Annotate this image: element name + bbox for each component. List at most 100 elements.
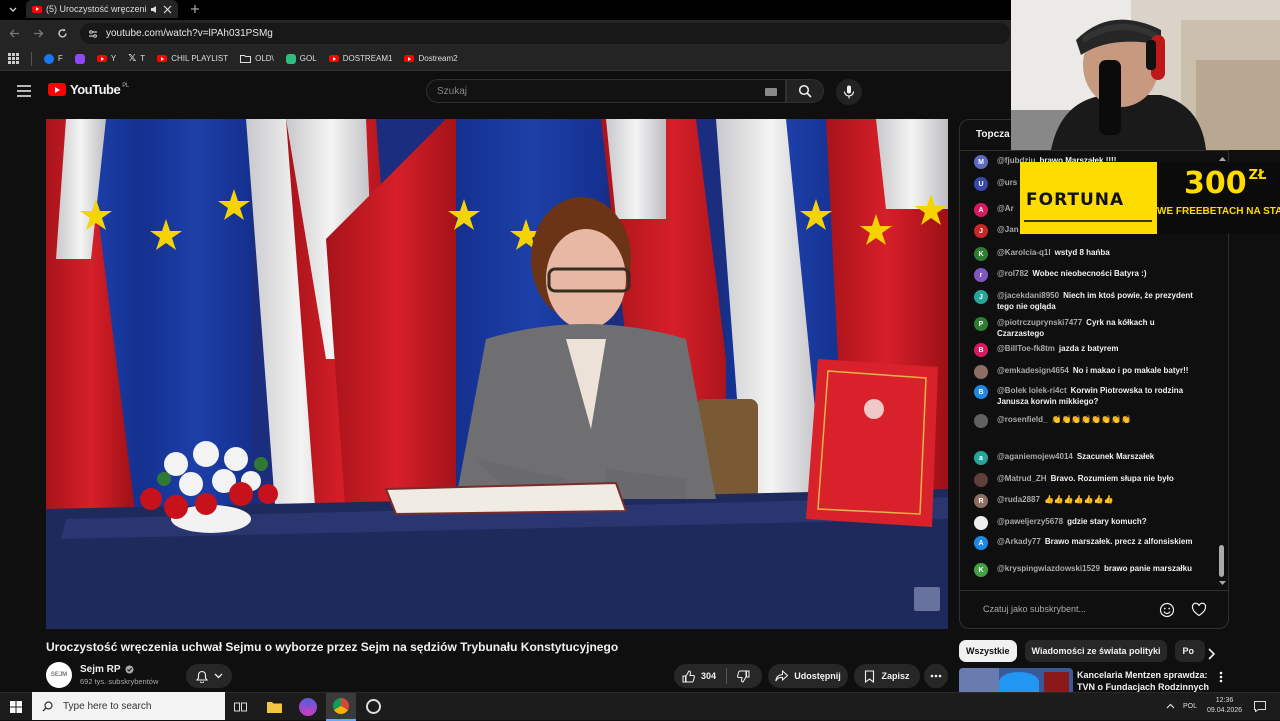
chat-avatar[interactable]: [974, 365, 988, 379]
chat-author[interactable]: @urs: [997, 178, 1017, 187]
youtube-logo[interactable]: YouTube PL: [48, 82, 129, 97]
reload-icon[interactable]: [57, 28, 68, 39]
chat-author[interactable]: @aganiemojew4014: [997, 452, 1073, 461]
chat-author[interactable]: @rol782: [997, 269, 1028, 278]
dislike-icon[interactable]: [737, 670, 750, 683]
show-hidden-icons-icon[interactable]: [1166, 703, 1175, 709]
task-view-icon[interactable]: [234, 701, 247, 713]
chat-author[interactable]: @Jan: [997, 225, 1019, 234]
chat-avatar[interactable]: A: [974, 203, 988, 217]
recommended-video-thumbnail[interactable]: [959, 668, 1073, 692]
url-field[interactable]: youtube.com/watch?v=lPAh031PSMg: [80, 23, 1010, 44]
chat-avatar[interactable]: B: [974, 343, 988, 357]
scroll-down-icon[interactable]: [1219, 581, 1226, 586]
save-button[interactable]: Zapisz: [854, 664, 920, 688]
bookmark-twitch[interactable]: [74, 53, 85, 64]
heart-icon[interactable]: [1191, 602, 1207, 617]
bookmark-facebook[interactable]: F: [44, 53, 63, 64]
chat-author[interactable]: @Ar: [997, 204, 1014, 213]
chat-author[interactable]: @Bolek lolek-ri4ct: [997, 386, 1067, 395]
chat-author[interactable]: @kryspingwiazdowski1529: [997, 564, 1100, 573]
windows-search-box[interactable]: Type here to search: [32, 692, 225, 720]
chat-avatar[interactable]: K: [974, 563, 988, 577]
chat-avatar[interactable]: R: [974, 494, 988, 508]
chat-avatar[interactable]: A: [974, 536, 988, 550]
chat-author[interactable]: @paweljerzy5678: [997, 517, 1063, 526]
chevron-right-icon[interactable]: [1207, 648, 1217, 660]
emoji-icon[interactable]: [1159, 602, 1175, 618]
bookmark-chil-playlist[interactable]: CHIL PLAYLIST: [157, 54, 228, 63]
language-indicator[interactable]: POL: [1183, 703, 1197, 710]
browser-app-icon[interactable]: [366, 699, 381, 714]
bookmark-youtube[interactable]: Y: [96, 54, 116, 63]
chat-author[interactable]: @jacekdani8950: [997, 291, 1059, 300]
channel-avatar[interactable]: SEJM: [46, 662, 72, 688]
chat-avatar[interactable]: K: [974, 247, 988, 261]
bookmark-label: CHIL PLAYLIST: [171, 54, 229, 63]
chat-author[interactable]: @BillToe-fk8tm: [997, 344, 1055, 353]
bookmark-x[interactable]: 𝕏T: [128, 53, 145, 64]
chat-author[interactable]: @piotrczuprynski7477: [997, 318, 1082, 327]
back-icon[interactable]: [9, 28, 20, 39]
subscription-bell-button[interactable]: [186, 664, 232, 688]
share-button[interactable]: Udostępnij: [768, 664, 848, 688]
chat-message-body: @Karolcia-q1l wstyd 8 hańba: [997, 247, 1110, 261]
chat-author[interactable]: @ruda2887: [997, 495, 1040, 504]
bookmark-folder-old[interactable]: OLD\: [240, 54, 274, 63]
chat-avatar[interactable]: M: [974, 155, 988, 169]
chat-avatar[interactable]: [974, 473, 988, 487]
bookmark-gol[interactable]: GOL: [285, 53, 317, 64]
chat-scrollbar-thumb[interactable]: [1219, 545, 1224, 577]
clock[interactable]: 12:36 09.04.2026: [1207, 696, 1242, 716]
chat-avatar[interactable]: J: [974, 290, 988, 304]
chat-avatar[interactable]: U: [974, 177, 988, 191]
chat-avatar[interactable]: J: [974, 224, 988, 238]
search-input[interactable]: Szukaj: [426, 79, 786, 103]
site-info-icon[interactable]: [88, 29, 98, 39]
more-vertical-icon[interactable]: [1219, 671, 1223, 683]
chat-author[interactable]: @rosenfield_: [997, 415, 1047, 424]
chat-author[interactable]: @Arkady77: [997, 537, 1041, 546]
speaker-icon[interactable]: [150, 5, 159, 14]
chat-author[interactable]: @Karolcia-q1l: [997, 248, 1051, 257]
close-tab-icon[interactable]: [163, 5, 172, 14]
chat-avatar[interactable]: P: [974, 317, 988, 331]
voice-search-button[interactable]: [836, 79, 862, 105]
channel-name[interactable]: Sejm RP: [80, 664, 121, 675]
app-icon[interactable]: [299, 698, 317, 716]
chrome-taskbar-button[interactable]: [326, 693, 356, 721]
chat-avatar[interactable]: B: [974, 385, 988, 399]
new-tab-icon[interactable]: [190, 4, 200, 14]
notifications-icon[interactable]: [1254, 700, 1267, 712]
chip-politics-news[interactable]: Wiadomości ze świata polityki: [1024, 640, 1168, 662]
keyboard-icon[interactable]: [765, 88, 777, 96]
video-frame: [46, 119, 948, 629]
chip-all[interactable]: Wszystkie: [959, 640, 1017, 662]
tab-list-icon[interactable]: [8, 5, 18, 15]
apps-grid-icon[interactable]: [8, 53, 19, 64]
chat-author[interactable]: @Matrud_ZH: [997, 474, 1047, 483]
chat-author[interactable]: @emkadesign4654: [997, 366, 1069, 375]
video-player[interactable]: [46, 119, 948, 629]
windows-start-icon[interactable]: [10, 701, 22, 713]
chat-header[interactable]: Topcza: [976, 129, 1010, 140]
more-actions-button[interactable]: [924, 664, 948, 688]
chat-input[interactable]: Czatuj jako subskrybent...: [975, 599, 1155, 619]
chat-message-body: @Matrud_ZH Bravo. Rozumiem słupa nie było: [997, 473, 1174, 487]
bookmark-dostream2[interactable]: Dostream2: [404, 54, 458, 63]
recommended-video-title[interactable]: Kancelaria Mentzen sprawdza: TVN o Funda…: [1077, 669, 1209, 692]
chat-avatar[interactable]: [974, 516, 988, 530]
bookmark-dostream1[interactable]: DOSTREAM1: [328, 54, 392, 63]
search-button[interactable]: [786, 79, 824, 103]
file-explorer-icon[interactable]: [267, 700, 282, 713]
browser-tab[interactable]: (5) Uroczystość wręczenia u: [26, 0, 178, 18]
hamburger-menu-icon[interactable]: [17, 85, 31, 97]
chip-more[interactable]: Po: [1175, 640, 1206, 662]
chat-avatar[interactable]: r: [974, 268, 988, 282]
like-icon[interactable]: [682, 669, 695, 683]
forward-icon[interactable]: [33, 28, 44, 39]
chat-avatar[interactable]: a: [974, 451, 988, 465]
ad-promo: WE FREEBETACH NA STAR: [1157, 206, 1280, 217]
scroll-up-icon[interactable]: [1219, 156, 1226, 161]
chat-avatar[interactable]: [974, 414, 988, 428]
